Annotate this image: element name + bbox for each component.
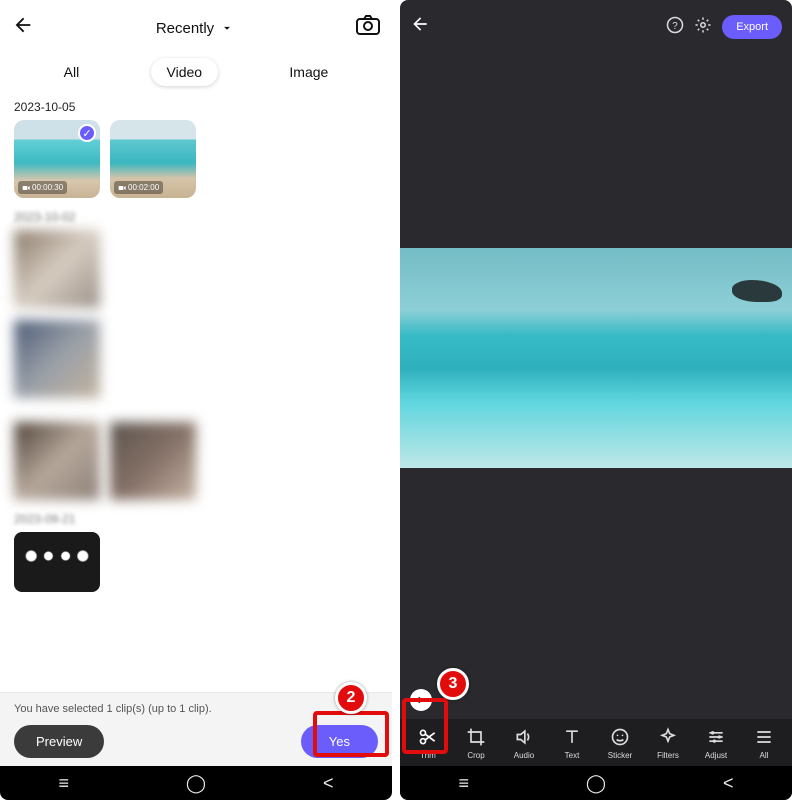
gallery-picker-screen: Recently All Video Image 2023-10-05 ✓ 00… (0, 0, 392, 800)
nav-back-icon[interactable]: < (323, 773, 334, 794)
video-preview[interactable] (400, 248, 792, 468)
selected-check-icon: ✓ (78, 124, 96, 142)
video-thumb[interactable] (14, 532, 100, 592)
media-row (14, 422, 378, 500)
play-icon (417, 696, 425, 704)
tool-audio[interactable]: Audio (500, 727, 548, 760)
nav-home-icon[interactable]: ◯ (186, 773, 206, 794)
android-navbar: ≡ ◯ < (0, 766, 392, 800)
svg-text:?: ? (672, 20, 678, 31)
sparkle-icon (658, 727, 678, 747)
section-date: 2023-10-02 (14, 210, 378, 224)
gallery-header: Recently (0, 0, 392, 48)
canvas-letterbox-bottom (400, 468, 792, 719)
video-editor-screen: ? Export Trim Crop Audio Text (400, 0, 792, 800)
nav-back-icon[interactable]: < (723, 773, 734, 794)
tool-sticker[interactable]: Sticker (596, 727, 644, 760)
media-grid[interactable]: 2023-10-05 ✓ 00:00:30 00:02:00 2023-10-0… (0, 96, 392, 692)
tab-all[interactable]: All (48, 58, 96, 86)
tool-trim[interactable]: Trim (404, 727, 452, 760)
media-type-tabs: All Video Image (0, 48, 392, 96)
editor-back-button[interactable] (410, 14, 430, 40)
arrow-left-icon (12, 14, 34, 36)
settings-button[interactable] (694, 16, 712, 39)
sliders-icon (706, 727, 726, 747)
text-icon (562, 727, 582, 747)
video-duration: 00:00:30 (18, 181, 67, 194)
selection-message: You have selected 1 clip(s) (up to 1 cli… (14, 703, 378, 715)
play-button[interactable] (410, 689, 432, 711)
tool-filters[interactable]: Filters (644, 727, 692, 760)
media-row: ✓ 00:00:30 00:02:00 (14, 120, 378, 198)
help-icon: ? (666, 16, 684, 34)
video-thumb-blurred[interactable] (110, 422, 196, 500)
speaker-icon (514, 727, 534, 747)
chevron-down-icon (220, 21, 234, 35)
media-row (14, 230, 378, 308)
export-button[interactable]: Export (722, 15, 782, 39)
media-row (14, 320, 378, 398)
tool-text[interactable]: Text (548, 727, 596, 760)
media-row (14, 532, 378, 592)
video-thumb[interactable]: 00:02:00 (110, 120, 196, 198)
section-date: 2023-09-21 (14, 512, 378, 526)
video-thumb-blurred[interactable] (14, 230, 100, 308)
editor-header: ? Export (400, 0, 792, 48)
album-dropdown[interactable]: Recently (34, 20, 356, 37)
tool-crop[interactable]: Crop (452, 727, 500, 760)
editor-canvas-area (400, 48, 792, 719)
tool-adjust[interactable]: Adjust (692, 727, 740, 760)
arrow-left-icon (410, 14, 430, 34)
video-thumb-blurred[interactable] (14, 320, 100, 398)
nav-recent-icon[interactable]: ≡ (58, 773, 69, 794)
video-duration: 00:02:00 (114, 181, 163, 194)
nav-home-icon[interactable]: ◯ (586, 773, 606, 794)
help-button[interactable]: ? (666, 16, 684, 39)
editor-toolbar: Trim Crop Audio Text Sticker Filters Adj… (400, 719, 792, 766)
tool-all[interactable]: All (740, 727, 788, 760)
nav-recent-icon[interactable]: ≡ (458, 773, 469, 794)
album-title: Recently (156, 20, 214, 37)
menu-icon (754, 727, 774, 747)
video-icon (118, 184, 126, 192)
yes-button[interactable]: Yes (301, 725, 378, 758)
video-thumb[interactable]: ✓ 00:00:30 (14, 120, 100, 198)
video-thumb-blurred[interactable] (14, 422, 100, 500)
tab-video[interactable]: Video (151, 58, 219, 86)
section-date: 2023-10-05 (14, 100, 378, 114)
camera-button[interactable] (356, 15, 380, 41)
gear-icon (694, 16, 712, 34)
canvas-letterbox-top (400, 48, 792, 248)
back-button[interactable] (12, 14, 34, 42)
smiley-icon (610, 727, 630, 747)
crop-icon (466, 727, 486, 747)
selection-bottom-bar: You have selected 1 clip(s) (up to 1 cli… (0, 692, 392, 766)
preview-button[interactable]: Preview (14, 725, 104, 758)
video-icon (22, 184, 30, 192)
camera-icon (356, 15, 380, 35)
scissors-icon (418, 727, 438, 747)
tab-image[interactable]: Image (273, 58, 344, 86)
android-navbar: ≡ ◯ < (400, 766, 792, 800)
